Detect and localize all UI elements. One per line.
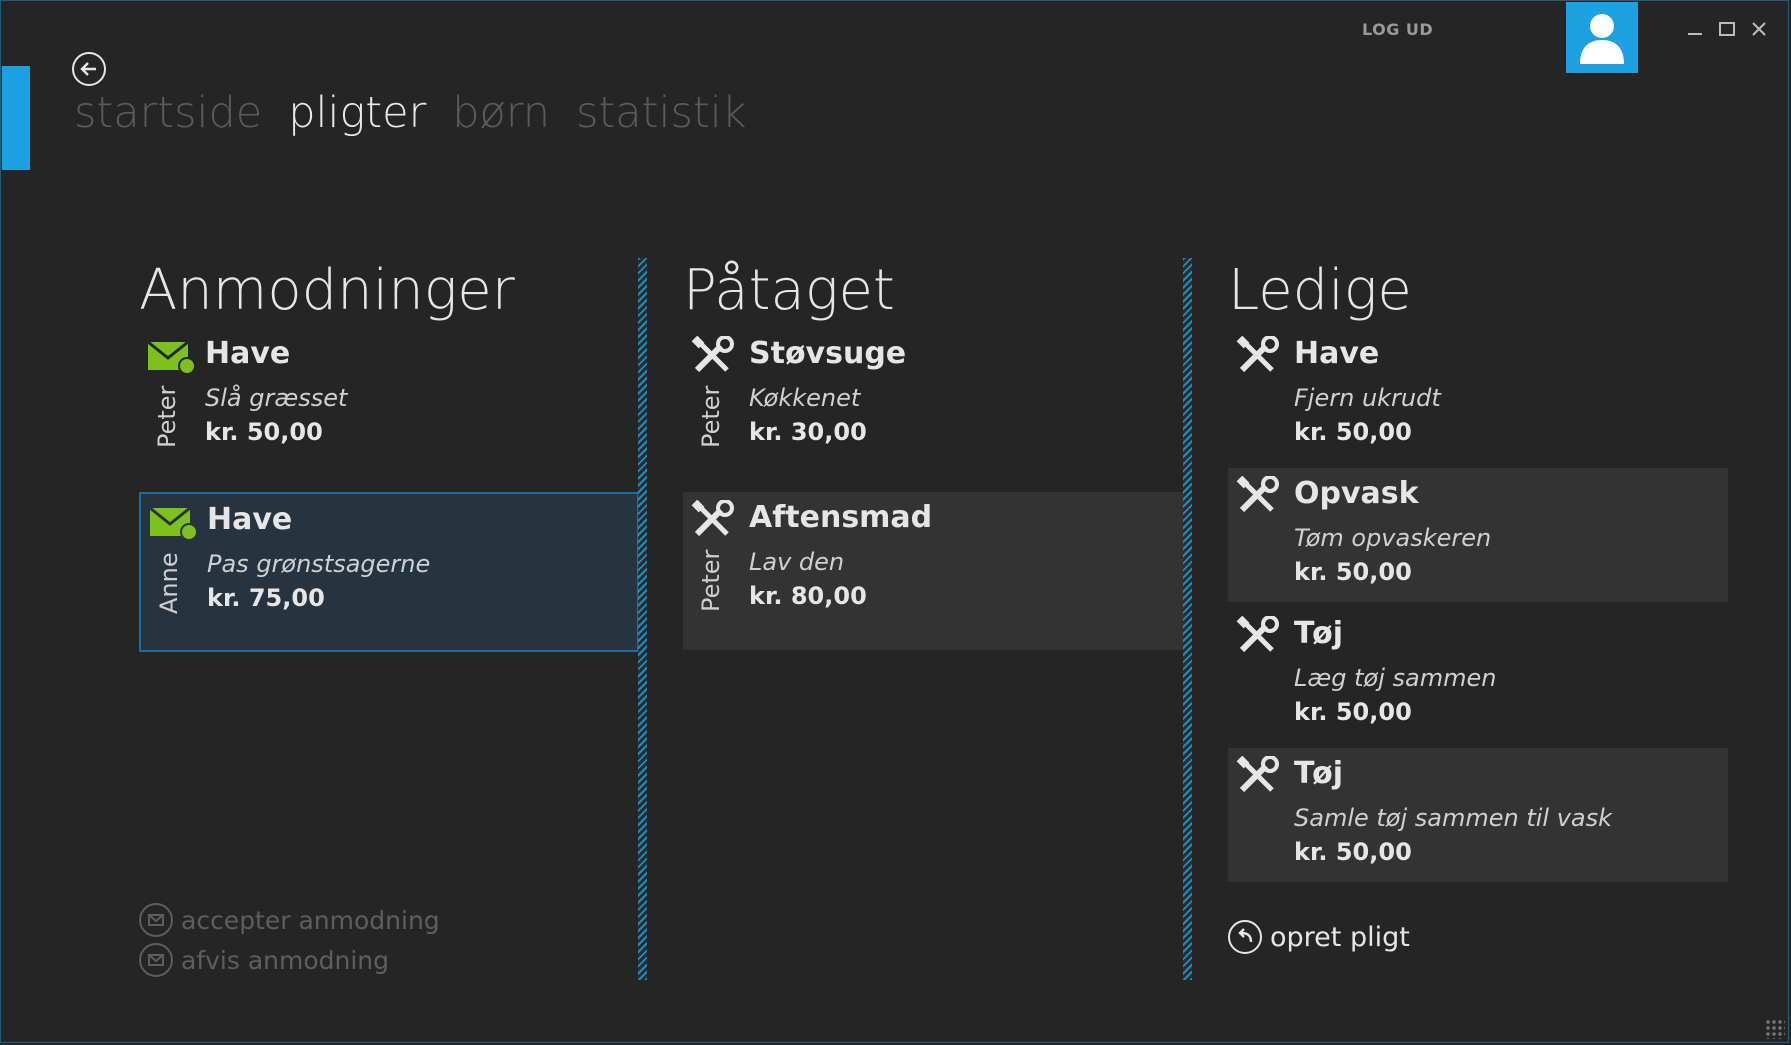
available-card[interactable]: Opvask Tøm opvaskeren kr. 50,00 [1228,467,1728,602]
tab-startside[interactable]: startside [74,88,262,138]
tools-icon [1236,335,1279,372]
card-title: Have [207,501,293,537]
available-title: Ledige [1228,258,1412,323]
requests-column: Anmodninger Have Slå græsset kr. 50,00 P… [139,260,639,658]
taken-card[interactable]: Aftensmad Lav den kr. 80,00 Peter [683,491,1183,650]
available-card[interactable]: Tøj Læg tøj sammen kr. 50,00 [1228,608,1728,742]
tools-icon [1236,755,1279,792]
card-description: Læg tøj sammen [1294,663,1497,692]
arrow-left-icon [80,62,96,76]
mail-accept-icon [139,903,173,937]
tab-born[interactable]: børn [452,88,550,138]
column-divider [1183,258,1192,980]
card-price: kr. 50,00 [205,417,323,446]
window-controls [1686,20,1768,38]
create-chore-button[interactable]: opret pligt [1228,920,1410,954]
card-price: kr. 50,00 [1294,557,1412,586]
tools-icon [691,335,734,372]
taken-column: Påtaget Støvsuge Køkkenet kr. 30,00 Pete… [683,260,1183,656]
card-description: Samle tøj sammen til vask [1294,803,1613,832]
card-price: kr. 75,00 [207,583,325,612]
card-price: kr. 50,00 [1294,697,1412,726]
card-title: Tøj [1294,755,1344,791]
taken-title: Påtaget [683,258,895,323]
user-avatar[interactable] [1566,2,1638,73]
column-divider [638,258,647,980]
tab-statistik[interactable]: statistik [576,88,747,138]
card-title: Have [205,335,291,371]
card-title: Have [1294,335,1380,371]
card-title: Opvask [1294,475,1419,511]
requests-title: Anmodninger [139,258,515,323]
card-description: Køkkenet [749,383,861,412]
close-icon[interactable] [1750,20,1768,38]
tools-icon [1236,475,1279,512]
logout-link[interactable]: LOG UD [1362,20,1433,39]
card-description: Fjern ukrudt [1294,383,1441,412]
card-description: Slå græsset [205,383,348,412]
card-title: Tøj [1294,615,1344,651]
accent-bar [2,66,30,170]
card-price: kr. 50,00 [1294,417,1412,446]
card-title: Aftensmad [749,499,933,535]
tools-icon [1236,615,1279,652]
card-person: Anne [155,551,183,614]
available-column: Ledige Have Fjern ukrudt kr. 50,00 Opvas… [1228,260,1728,888]
tools-icon [691,499,734,536]
card-price: kr. 50,00 [1294,837,1412,866]
request-card-selected[interactable]: Have Pas grønstsagerne kr. 75,00 Anne [139,491,639,652]
back-button[interactable] [72,52,106,86]
mail-reject-icon [139,943,173,977]
available-card[interactable]: Have Fjern ukrudt kr. 50,00 [1228,328,1728,462]
mail-icon [147,340,195,375]
tab-pligter[interactable]: pligter [288,88,426,138]
mail-icon [149,506,197,541]
card-title: Støvsuge [749,335,907,371]
request-actions: accepter anmodning afvis anmodning [139,900,440,980]
card-price: kr. 80,00 [749,581,867,610]
available-card[interactable]: Tøj Samle tøj sammen til vask kr. 50,00 [1228,747,1728,882]
create-chore-label: opret pligt [1270,921,1410,953]
accept-request-label: accepter anmodning [181,905,440,935]
resize-grip-icon[interactable] [1765,1019,1785,1039]
card-person: Peter [153,385,181,448]
reject-request-button[interactable]: afvis anmodning [139,940,440,980]
card-person: Peter [697,549,725,612]
main-nav: startside pligter børn statistik [74,88,747,138]
card-description: Tøm opvaskeren [1294,523,1492,552]
request-card[interactable]: Have Slå græsset kr. 50,00 Peter [139,328,639,462]
reject-request-label: afvis anmodning [181,945,390,975]
taken-card[interactable]: Støvsuge Køkkenet kr. 30,00 Peter [683,328,1183,462]
card-price: kr. 30,00 [749,417,867,446]
card-description: Lav den [749,547,845,576]
user-icon [1580,14,1624,64]
card-person: Peter [697,385,725,448]
card-description: Pas grønstsagerne [207,549,431,578]
accept-request-button[interactable]: accepter anmodning [139,900,440,940]
minimize-icon[interactable] [1686,20,1704,38]
maximize-icon[interactable] [1718,20,1736,38]
undo-arrow-icon [1228,920,1262,954]
